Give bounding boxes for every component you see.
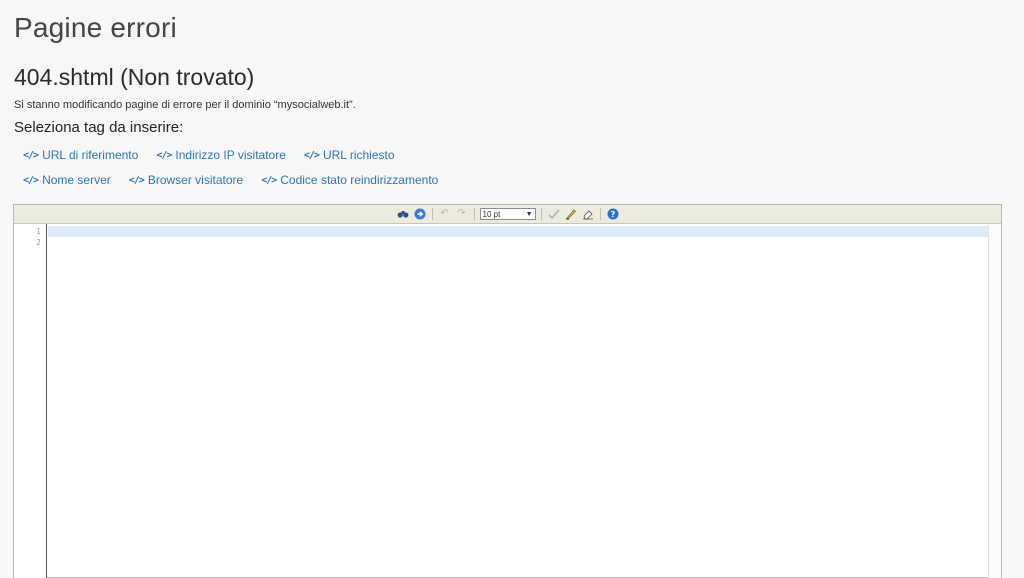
search-icon[interactable] — [396, 207, 410, 221]
tag-label: Nome server — [42, 173, 111, 187]
description-text: Si stanno modificando pagine di errore p… — [14, 99, 356, 111]
tags-heading: Seleziona tag da inserire: — [14, 119, 184, 136]
tag-visitor-browser-link[interactable]: </> Browser visitatore — [129, 173, 243, 187]
page-title: Pagine errori — [14, 12, 177, 43]
editor-toolbar: ↶ ↷ 10 pt ▼ ? — [14, 205, 1001, 224]
goto-line-icon[interactable] — [413, 207, 427, 221]
tag-server-name-link[interactable]: </> Nome server — [23, 173, 111, 187]
tag-label: URL richiesto — [322, 148, 395, 162]
toolbar-separator — [540, 208, 542, 220]
tag-requested-url-link[interactable]: </> URL richiesto — [304, 148, 395, 162]
help-icon[interactable]: ? — [606, 207, 620, 221]
tag-label: URL di riferimento — [42, 148, 139, 162]
font-size-value: 10 pt — [482, 209, 501, 219]
code-area[interactable]: 1 2 — [14, 224, 1001, 578]
highlight-icon[interactable] — [564, 207, 578, 221]
line-number: 1 — [36, 227, 41, 236]
code-tag-icon: </> — [128, 174, 145, 186]
code-editor: ↶ ↷ 10 pt ▼ ? 1 2 — [13, 204, 1002, 578]
tag-visitor-ip-link[interactable]: </> Indirizzo IP visitatore — [156, 148, 286, 162]
toolbar-separator — [599, 208, 601, 220]
tag-label: Browser visitatore — [147, 173, 244, 187]
code-tag-icon: </> — [23, 149, 39, 161]
tag-label: Codice stato reindirizzamento — [280, 173, 439, 187]
undo-icon[interactable]: ↶ — [438, 207, 452, 221]
code-tag-icon: </> — [23, 174, 39, 186]
file-title: 404.shtml (Non trovato) — [14, 64, 255, 90]
toolbar-separator — [473, 208, 475, 220]
code-tag-icon: </> — [261, 174, 277, 186]
line-number-gutter: 1 2 — [14, 224, 47, 578]
redo-icon[interactable]: ↷ — [455, 207, 469, 221]
tag-referrer-url-link[interactable]: </> URL di riferimento — [23, 148, 138, 162]
svg-text:?: ? — [610, 210, 615, 219]
eraser-icon[interactable] — [581, 207, 595, 221]
tag-row-1: </> URL di riferimento </> Indirizzo IP … — [23, 148, 395, 162]
vertical-scrollbar[interactable] — [988, 224, 1001, 578]
toolbar-separator — [431, 208, 433, 220]
code-tag-icon: </> — [303, 149, 320, 161]
tag-redirect-status-link[interactable]: </> Codice stato reindirizzamento — [261, 173, 438, 187]
tag-label: Indirizzo IP visitatore — [175, 148, 286, 162]
syntax-toggle-icon[interactable] — [547, 207, 561, 221]
code-tag-icon: </> — [156, 149, 172, 161]
page: Pagine errori 404.shtml (Non trovato) Si… — [0, 0, 1024, 578]
line-number: 2 — [36, 238, 41, 247]
active-line-highlight — [48, 226, 988, 237]
chevron-down-icon: ▼ — [525, 210, 533, 218]
tag-row-2: </> Nome server </> Browser visitatore <… — [23, 173, 438, 187]
font-size-select[interactable]: 10 pt ▼ — [479, 208, 536, 220]
